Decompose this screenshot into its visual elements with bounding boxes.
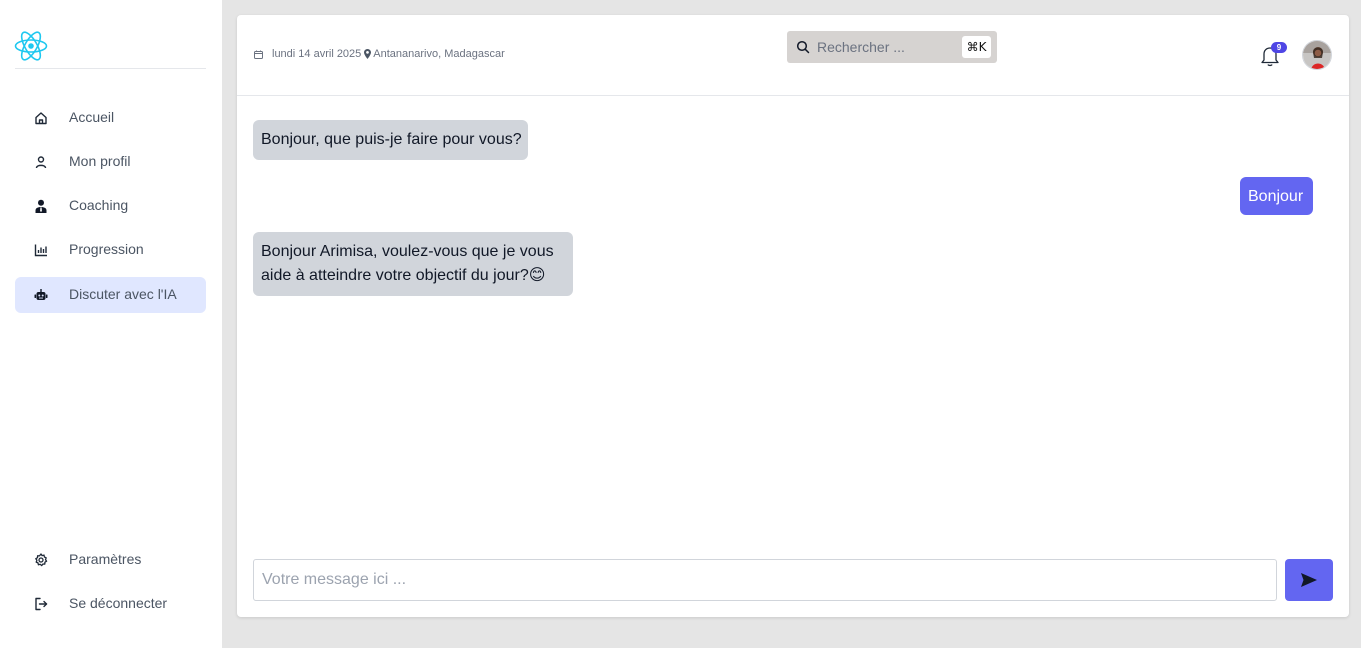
ai-message-bubble: Bonjour Arimisa, voulez-vous que je vous… bbox=[253, 232, 573, 296]
map-pin-icon bbox=[364, 49, 372, 59]
top-bar: lundi 14 avril 2025 Antananarivo, Madaga… bbox=[237, 15, 1349, 96]
sidebar: Accueil Mon profil Coaching Progression … bbox=[0, 0, 222, 648]
notification-badge: 9 bbox=[1271, 42, 1287, 53]
sidebar-item-coaching[interactable]: Coaching bbox=[15, 188, 206, 224]
send-icon bbox=[1301, 573, 1317, 587]
sidebar-item-mon-profil[interactable]: Mon profil bbox=[15, 144, 206, 180]
sidebar-item-label: Progression bbox=[69, 241, 144, 257]
robot-icon bbox=[34, 288, 48, 302]
user-message-bubble: Bonjour bbox=[1240, 177, 1313, 215]
logo-divider bbox=[15, 68, 206, 69]
sidebar-item-label: Mon profil bbox=[69, 153, 131, 169]
sidebar-item-se-deconnecter[interactable]: Se déconnecter bbox=[15, 586, 206, 622]
sidebar-item-label: Paramètres bbox=[69, 551, 142, 567]
user-icon bbox=[34, 155, 48, 169]
current-date: lundi 14 avril 2025 bbox=[272, 48, 362, 60]
react-atom-icon[interactable] bbox=[14, 30, 48, 62]
message-input-container bbox=[253, 559, 1277, 601]
coach-icon bbox=[34, 199, 48, 213]
current-location: Antananarivo, Madagascar bbox=[373, 48, 505, 60]
sidebar-item-parametres[interactable]: Paramètres bbox=[15, 542, 206, 578]
keyboard-shortcut-hint: ⌘K bbox=[962, 36, 991, 58]
logout-icon bbox=[34, 597, 48, 611]
gear-icon bbox=[34, 553, 48, 567]
calendar-icon bbox=[254, 50, 263, 59]
sidebar-item-progression[interactable]: Progression bbox=[15, 232, 206, 268]
search-icon bbox=[796, 40, 810, 54]
sidebar-item-label: Coaching bbox=[69, 197, 129, 213]
sidebar-item-label: Accueil bbox=[69, 109, 115, 125]
send-button[interactable] bbox=[1285, 559, 1333, 601]
date-location: lundi 14 avril 2025 Antananarivo, Madaga… bbox=[254, 48, 505, 60]
search-bar[interactable]: Rechercher ... ⌘K bbox=[787, 31, 997, 63]
chat-panel: lundi 14 avril 2025 Antananarivo, Madaga… bbox=[237, 15, 1349, 617]
sidebar-item-label: Se déconnecter bbox=[69, 595, 168, 611]
sidebar-item-label: Discuter avec l'IA bbox=[69, 286, 177, 302]
sidebar-item-accueil[interactable]: Accueil bbox=[15, 100, 206, 136]
bar-chart-icon bbox=[34, 243, 48, 257]
search-placeholder: Rechercher ... bbox=[817, 39, 905, 55]
avatar[interactable] bbox=[1302, 40, 1332, 70]
sidebar-item-discuter-avec-ia[interactable]: Discuter avec l'IA bbox=[15, 277, 206, 313]
ai-message-bubble: Bonjour, que puis-je faire pour vous? bbox=[253, 120, 528, 160]
home-icon bbox=[34, 111, 48, 125]
message-input[interactable] bbox=[254, 560, 1276, 600]
